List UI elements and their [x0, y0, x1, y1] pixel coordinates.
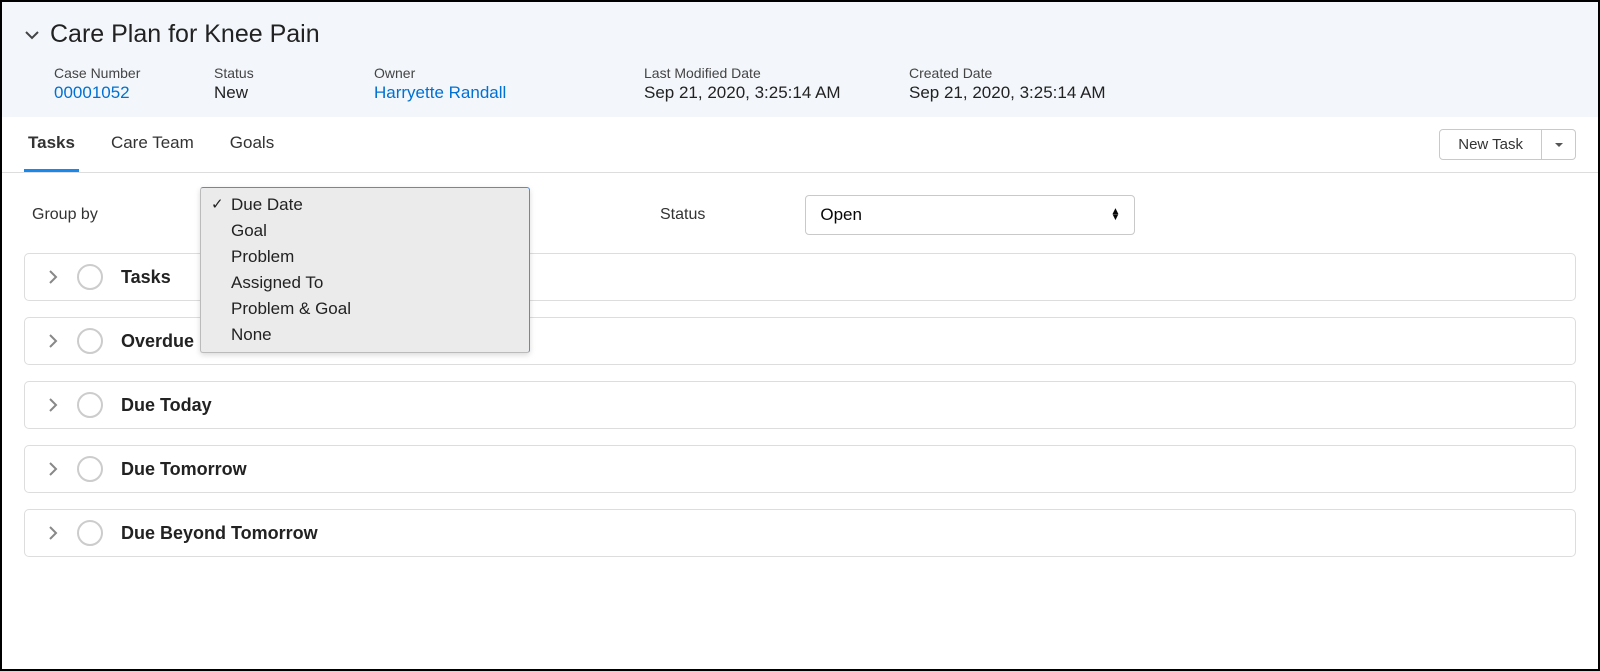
tabs: Tasks Care Team Goals: [24, 117, 278, 172]
meta-label: Owner: [374, 65, 644, 81]
expand-icon[interactable]: [47, 526, 59, 540]
task-group-row[interactable]: Due Beyond Tomorrow: [24, 509, 1576, 557]
dropdown-option-due-date[interactable]: Due Date: [201, 192, 529, 218]
task-group-row[interactable]: Due Today: [24, 381, 1576, 429]
task-group-row[interactable]: Due Tomorrow: [24, 445, 1576, 493]
complete-radio[interactable]: [77, 328, 103, 354]
meta-label: Case Number: [54, 65, 214, 81]
status-value: New: [214, 83, 374, 103]
collapse-icon[interactable]: [24, 27, 40, 43]
dropdown-option-none[interactable]: None: [201, 322, 529, 348]
meta-last-modified: Last Modified Date Sep 21, 2020, 3:25:14…: [644, 65, 909, 103]
dropdown-option-goal[interactable]: Goal: [201, 218, 529, 244]
group-label: Due Today: [121, 395, 212, 416]
new-task-button[interactable]: New Task: [1439, 129, 1542, 160]
complete-radio[interactable]: [77, 520, 103, 546]
case-number-link[interactable]: 00001052: [54, 83, 214, 103]
complete-radio[interactable]: [77, 392, 103, 418]
meta-label: Last Modified Date: [644, 65, 909, 81]
record-header: Care Plan for Knee Pain Case Number 0000…: [2, 2, 1598, 117]
group-by-label: Group by: [32, 206, 200, 224]
expand-icon[interactable]: [47, 398, 59, 412]
complete-radio[interactable]: [77, 264, 103, 290]
new-task-dropdown-button[interactable]: [1542, 129, 1576, 160]
app-frame: Care Plan for Knee Pain Case Number 0000…: [0, 0, 1600, 671]
expand-icon[interactable]: [47, 334, 59, 348]
caret-down-icon: [1554, 140, 1564, 150]
expand-icon[interactable]: [47, 270, 59, 284]
tab-bar: Tasks Care Team Goals New Task: [2, 117, 1598, 173]
group-label: Overdue: [121, 331, 194, 352]
last-modified-value: Sep 21, 2020, 3:25:14 AM: [644, 83, 909, 103]
meta-created: Created Date Sep 21, 2020, 3:25:14 AM: [909, 65, 1209, 103]
tab-care-team[interactable]: Care Team: [107, 117, 198, 172]
status-select[interactable]: Open ▲▼: [805, 195, 1135, 235]
group-label: Due Beyond Tomorrow: [121, 523, 318, 544]
page-title: Care Plan for Knee Pain: [50, 20, 320, 49]
group-label: Tasks: [121, 267, 171, 288]
tab-tasks[interactable]: Tasks: [24, 117, 79, 172]
dropdown-option-assigned-to[interactable]: Assigned To: [201, 270, 529, 296]
complete-radio[interactable]: [77, 456, 103, 482]
group-by-dropdown[interactable]: Due Date Goal Problem Assigned To Proble…: [200, 187, 530, 353]
status-select-value: Open: [820, 205, 862, 225]
meta-label: Created Date: [909, 65, 1209, 81]
filter-row: Group by Due Date Goal Problem Assigned …: [2, 173, 1598, 253]
title-row: Care Plan for Knee Pain: [24, 20, 1576, 49]
meta-status: Status New: [214, 65, 374, 103]
meta-case-number: Case Number 00001052: [54, 65, 214, 103]
group-label: Due Tomorrow: [121, 459, 247, 480]
dropdown-option-problem[interactable]: Problem: [201, 244, 529, 270]
status-filter-label: Status: [660, 206, 705, 224]
record-meta: Case Number 00001052 Status New Owner Ha…: [24, 65, 1576, 103]
dropdown-option-problem-goal[interactable]: Problem & Goal: [201, 296, 529, 322]
expand-icon[interactable]: [47, 462, 59, 476]
tab-goals[interactable]: Goals: [226, 117, 278, 172]
sort-icon: ▲▼: [1110, 209, 1120, 221]
new-task-group: New Task: [1439, 121, 1576, 168]
owner-link[interactable]: Harryette Randall: [374, 83, 644, 103]
meta-owner: Owner Harryette Randall: [374, 65, 644, 103]
created-value: Sep 21, 2020, 3:25:14 AM: [909, 83, 1209, 103]
meta-label: Status: [214, 65, 374, 81]
